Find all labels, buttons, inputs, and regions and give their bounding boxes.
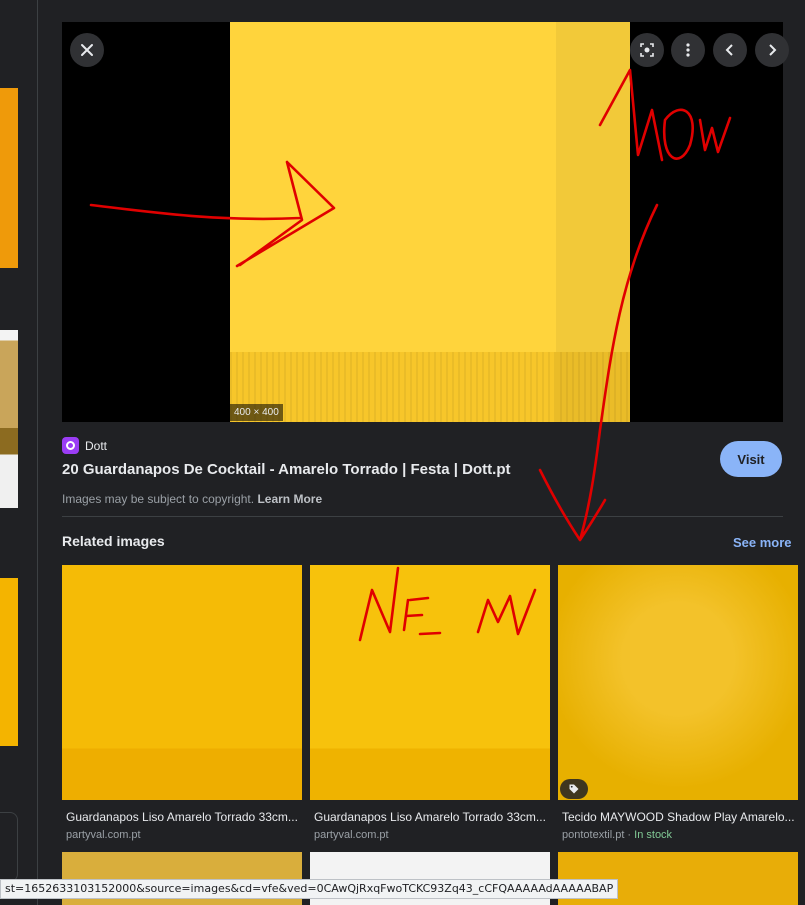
site-favicon-icon [62,437,79,454]
previous-image-button[interactable] [713,33,747,67]
search-inside-image-button[interactable] [630,33,664,67]
results-column [0,0,38,905]
site-name: Dott [85,438,108,453]
chevron-right-icon [769,44,777,56]
related-images-heading: Related images [62,533,165,549]
visit-button[interactable]: Visit [720,441,782,477]
stock-status: In stock [634,829,673,841]
copyright-text: Images may be subject to copyright. [62,492,255,506]
result-card-edge[interactable] [0,812,18,882]
close-button[interactable] [70,33,104,67]
related-image-caption[interactable]: Tecido MAYWOOD Shadow Play Amarelo... [558,810,798,824]
image-viewer: 400 × 400 [62,22,789,422]
related-image-caption[interactable]: Guardanapos Liso Amarelo Torrado 33cm... [62,810,302,824]
host-name: pontotextil.pt [562,829,625,841]
image-preview-panel: 400 × 400 Dott 20 Guardanapos De Cocktai… [38,0,805,905]
divider [62,516,783,517]
chevron-left-icon [725,44,733,56]
related-image-host: partyval.com.pt [314,829,389,841]
result-thumbnail[interactable] [0,88,18,268]
more-options-button[interactable] [671,33,705,67]
copyright-notice: Images may be subject to copyright. Lear… [62,492,322,506]
related-image-thumbnail[interactable] [310,565,550,800]
image-dimensions: 400 × 400 [230,404,283,421]
related-image-thumbnail[interactable] [62,565,302,800]
related-image-host: pontotextil.pt · In stock [562,829,673,841]
related-image-card[interactable]: Tecido MAYWOOD Shadow Play Amarelo... po… [558,565,798,841]
see-more-link[interactable]: See more [733,535,792,550]
more-vert-icon [686,43,690,57]
related-image-card[interactable]: Guardanapos Liso Amarelo Torrado 33cm...… [310,565,550,841]
product-tag-icon [560,779,588,799]
related-image-caption[interactable]: Guardanapos Liso Amarelo Torrado 33cm... [310,810,550,824]
close-icon [81,44,93,56]
learn-more-link[interactable]: Learn More [257,492,322,506]
preview-image-embossed-edge [230,352,630,422]
result-thumbnail[interactable] [0,578,18,746]
next-image-button[interactable] [755,33,789,67]
related-image-thumbnail[interactable] [558,565,798,800]
lens-icon [640,43,654,57]
source-site[interactable]: Dott [62,437,107,454]
related-image-card[interactable]: Guardanapos Liso Amarelo Torrado 33cm...… [62,565,302,841]
result-thumbnail[interactable] [0,330,18,508]
status-bar-url: st=1652633103152000&source=images&cd=vfe… [0,879,619,899]
image-title-link[interactable]: 20 Guardanapos De Cocktail - Amarelo Tor… [62,461,510,478]
related-image-host: partyval.com.pt [66,829,141,841]
